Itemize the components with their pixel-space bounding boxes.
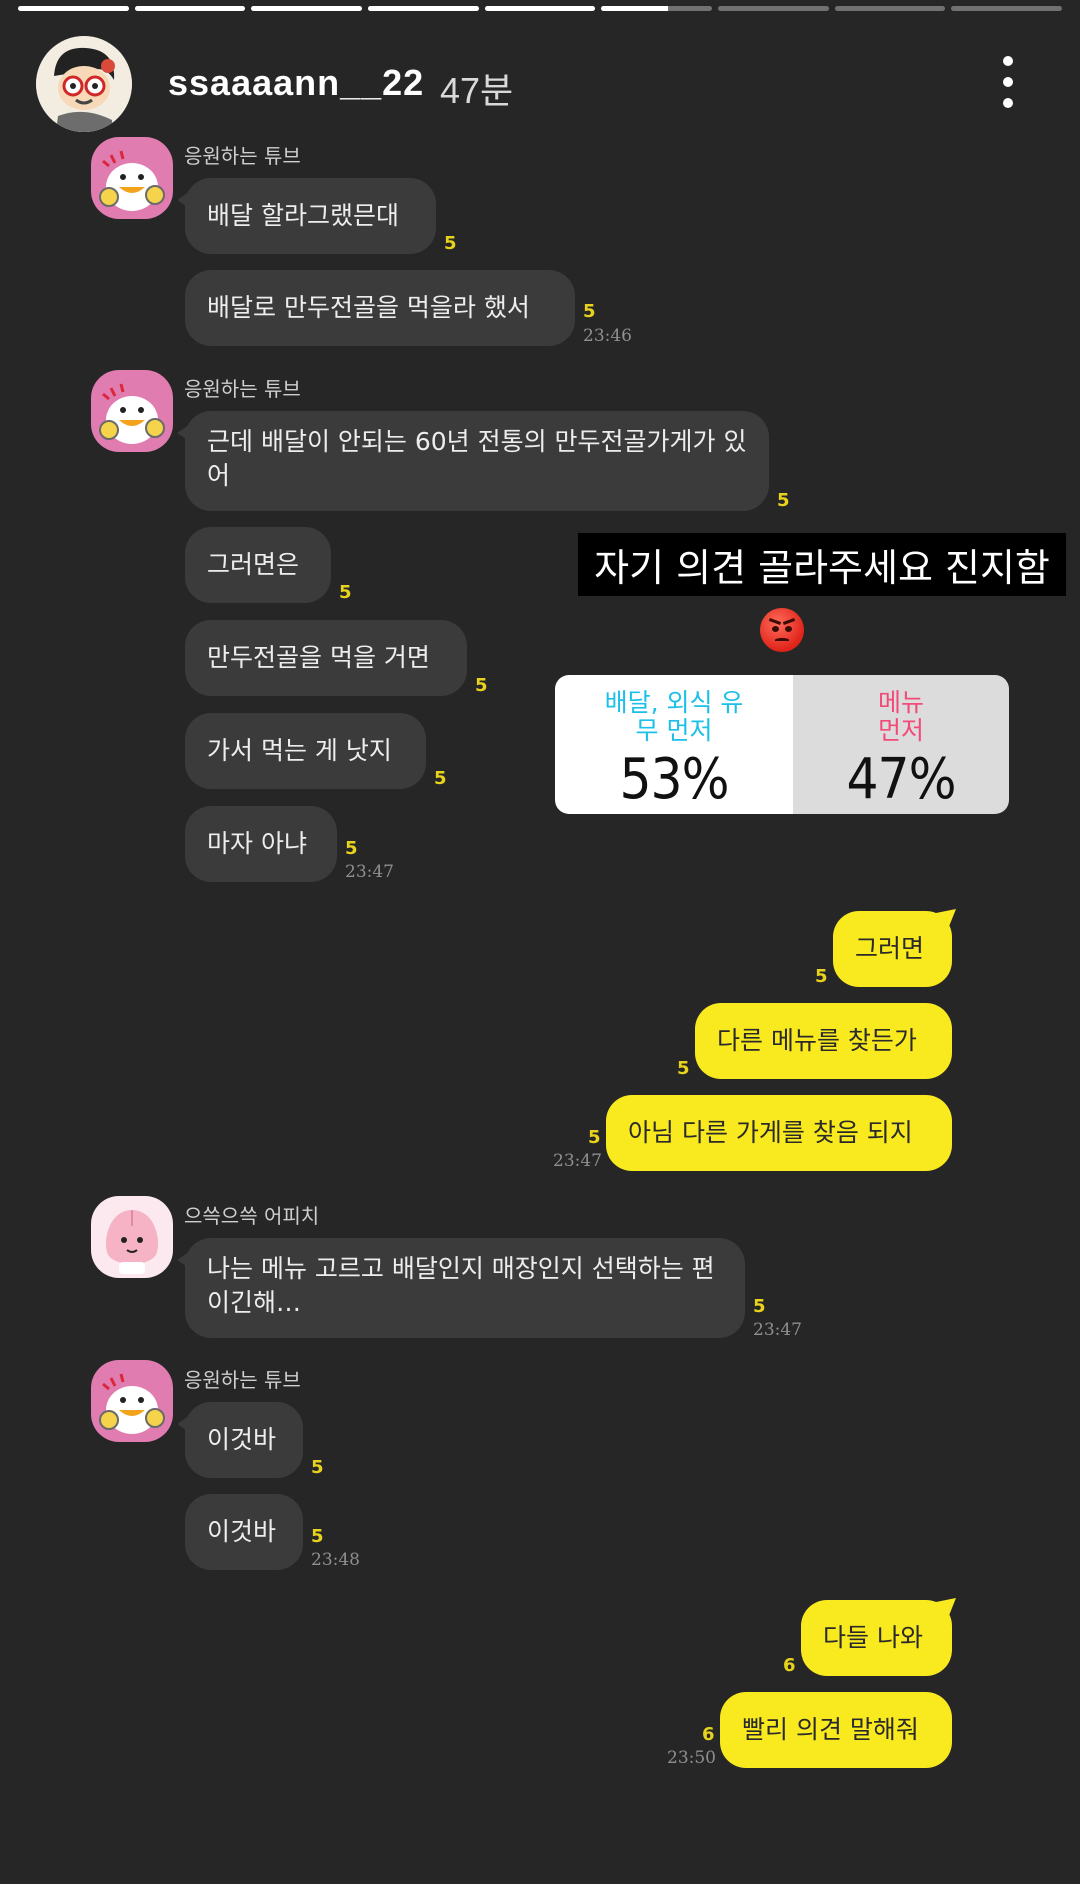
story-progress — [18, 6, 1063, 11]
tube-duck-avatar — [91, 1360, 173, 1442]
unread-count: 5 — [583, 301, 596, 322]
story-caption: 자기 의견 골라주세요 진지함 — [578, 533, 1066, 596]
story-progress-fill — [368, 6, 479, 11]
story-progress-segment — [251, 6, 363, 11]
my-chat-bubble: 빨리 의견 말해줘 — [720, 1692, 952, 1768]
apeach-avatar — [91, 1196, 173, 1278]
my-chat-bubble: 다들 나와 — [801, 1600, 952, 1676]
chat-bubble: 배달 할라그랬믄대 — [177, 178, 436, 254]
angry-face-icon — [760, 608, 804, 652]
story-progress-segment — [718, 6, 829, 11]
message-time: 23:46 — [583, 326, 632, 346]
unread-count: 5 — [311, 1457, 324, 1478]
unread-count: 6 — [702, 1724, 715, 1745]
story-progress-segment — [484, 6, 596, 11]
story-progress-segment — [834, 6, 946, 11]
message-time: 23:47 — [345, 862, 394, 882]
unread-count: 5 — [815, 966, 828, 987]
story-progress-segment — [368, 6, 479, 11]
story-progress-segment — [18, 6, 129, 11]
chat-bubble: 근데 배달이 안되는 60년 전통의 만두전골가게가 있어 — [177, 411, 769, 511]
tube-duck-avatar — [91, 370, 173, 452]
chat-bubble: 만두전골을 먹을 거면 — [185, 620, 467, 696]
chat-bubble: 마자 아냐 — [185, 806, 337, 882]
username[interactable]: ssaaaann__22 — [168, 62, 424, 104]
my-chat-bubble: 다른 메뉴를 찾든가 — [695, 1003, 952, 1079]
chat-bubble: 배달로 만두전골을 먹을라 했서 — [185, 270, 575, 346]
sender-name: 으쓱으쓱 어피치 — [184, 1204, 320, 1228]
poll-option-a[interactable]: 배달, 외식 유무 먼저 53% — [555, 675, 793, 814]
unread-count: 5 — [777, 490, 790, 511]
message-time: 23:48 — [311, 1550, 360, 1570]
unread-count: 5 — [434, 768, 447, 789]
chat-bubble: 이것바 — [185, 1494, 303, 1570]
story-progress-segment — [601, 6, 713, 11]
profile-avatar[interactable] — [36, 36, 132, 132]
my-chat-bubble: 아님 다른 가게를 찾음 되지 — [606, 1095, 952, 1171]
chat-bubble: 나는 메뉴 고르고 배달인지 매장인지 선택하는 편이긴해… — [177, 1238, 745, 1338]
unread-count: 5 — [339, 582, 352, 603]
story-progress-fill — [251, 6, 363, 11]
sender-name: 응원하는 튜브 — [184, 377, 301, 401]
unread-count: 5 — [475, 675, 488, 696]
poll-option-b[interactable]: 메뉴 먼저 47% — [793, 675, 1009, 814]
chat-bubble: 이것바 — [177, 1402, 303, 1478]
post-time: 47분 — [440, 70, 514, 111]
chat-bubble: 그러면은 — [185, 527, 331, 603]
cartoon-avatar-icon — [36, 36, 132, 132]
unread-count: 5 — [677, 1058, 690, 1079]
unread-count: 6 — [783, 1655, 796, 1676]
sender-name: 응원하는 튜브 — [184, 1368, 301, 1392]
poll-option-label: 메뉴 먼저 — [877, 688, 924, 745]
poll-option-label: 배달, 외식 유무 먼저 — [604, 688, 744, 745]
unread-count: 5 — [588, 1127, 601, 1148]
message-time: 23:50 — [667, 1748, 716, 1768]
sender-name: 응원하는 튜브 — [184, 144, 301, 168]
poll-option-percent: 53% — [619, 747, 730, 812]
story-progress-segment — [134, 6, 246, 11]
more-vertical-icon[interactable] — [996, 56, 1020, 108]
unread-count: 5 — [311, 1526, 324, 1547]
story-progress-fill — [484, 6, 596, 11]
message-time: 23:47 — [553, 1151, 602, 1171]
chat-bubble: 가서 먹는 게 낫지 — [185, 713, 426, 789]
poll-option-percent: 47% — [846, 747, 957, 812]
story-progress-fill — [601, 6, 668, 11]
story-progress-fill — [134, 6, 246, 11]
tube-duck-avatar — [91, 137, 173, 219]
story-progress-segment — [951, 6, 1063, 11]
message-time: 23:47 — [753, 1320, 802, 1340]
unread-count: 5 — [345, 838, 358, 859]
poll-sticker: 배달, 외식 유무 먼저 53% 메뉴 먼저 47% — [555, 675, 1009, 814]
unread-count: 5 — [753, 1296, 766, 1317]
unread-count: 5 — [444, 233, 457, 254]
story-progress-fill — [18, 6, 129, 11]
my-chat-bubble: 그러면 — [833, 911, 952, 987]
